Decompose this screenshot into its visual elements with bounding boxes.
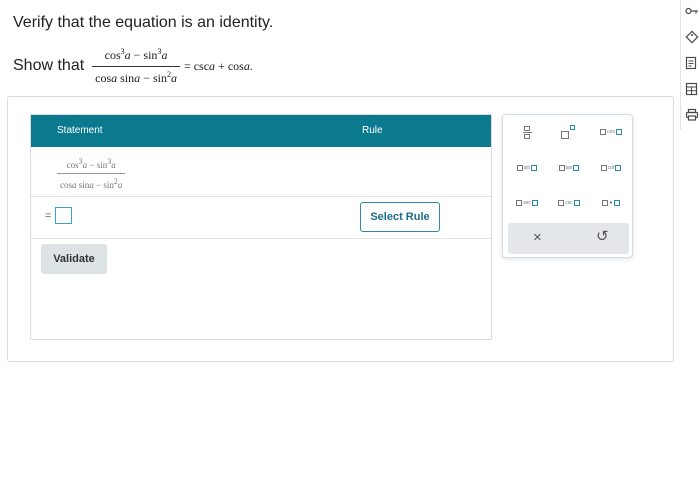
exponent-icon xyxy=(561,125,577,139)
cot-key[interactable]: cot xyxy=(594,158,628,178)
fraction-denominator: cosa sina − sin2a xyxy=(95,69,177,85)
statement-header: Statement xyxy=(57,125,103,136)
identity-fraction: cos3a − sin3a cosa sina − sin2a xyxy=(92,47,180,86)
equals-sign: = xyxy=(45,210,52,222)
fraction-icon xyxy=(522,125,532,139)
rule-header: Rule xyxy=(362,125,383,136)
statement-denominator: cosa sina − sin2a xyxy=(60,177,123,190)
select-rule-button[interactable]: Select Rule xyxy=(360,202,440,232)
sin-key[interactable]: sin xyxy=(510,158,544,178)
sec-key[interactable]: sec xyxy=(510,193,544,213)
problem-statement: Show that cos3a − sin3a cosa sina − sin2… xyxy=(13,46,253,86)
power-key[interactable] xyxy=(552,122,586,142)
table-header: Statement Rule xyxy=(31,115,491,147)
undo-icon[interactable]: ↺ xyxy=(596,227,609,245)
cos-key[interactable]: cos xyxy=(594,122,628,142)
keypad-footer: × ↺ xyxy=(508,223,629,254)
calculator-icon[interactable] xyxy=(684,81,699,96)
table-row: cos3a − sin3a cosa sina − sin2a xyxy=(31,147,491,197)
statement-fraction: cos3a − sin3a cosa sina − sin2a xyxy=(57,157,126,190)
identity-rhs: = csca + cosa. xyxy=(183,58,253,73)
proof-table: Statement Rule cos3a − sin3a cosa sina −… xyxy=(30,114,492,340)
multiply-key[interactable]: • xyxy=(594,193,628,213)
math-keypad: cos sin tan cot sec csc • × ↺ xyxy=(502,114,633,258)
clear-icon[interactable]: × xyxy=(533,229,542,246)
fraction-bar xyxy=(92,65,180,67)
side-rail xyxy=(680,0,700,130)
answer-input-box[interactable] xyxy=(55,207,72,224)
validate-button[interactable]: Validate xyxy=(41,244,107,274)
csc-key[interactable]: csc xyxy=(552,193,586,213)
fraction-key[interactable] xyxy=(510,122,544,142)
tan-key[interactable]: tan xyxy=(552,158,586,178)
document-icon[interactable] xyxy=(684,55,699,70)
statement-fraction-bar xyxy=(57,173,126,174)
statement-numerator: cos3a − sin3a xyxy=(66,157,116,170)
key-icon[interactable] xyxy=(684,3,699,18)
problem-title: Verify that the equation is an identity. xyxy=(13,14,274,31)
dot-icon: • xyxy=(609,199,613,207)
table-row: = Select Rule xyxy=(31,197,491,239)
fraction-numerator: cos3a − sin3a xyxy=(104,46,168,62)
show-that-label: Show that xyxy=(13,57,85,74)
print-icon[interactable] xyxy=(684,107,699,122)
tag-icon[interactable] xyxy=(684,29,699,44)
